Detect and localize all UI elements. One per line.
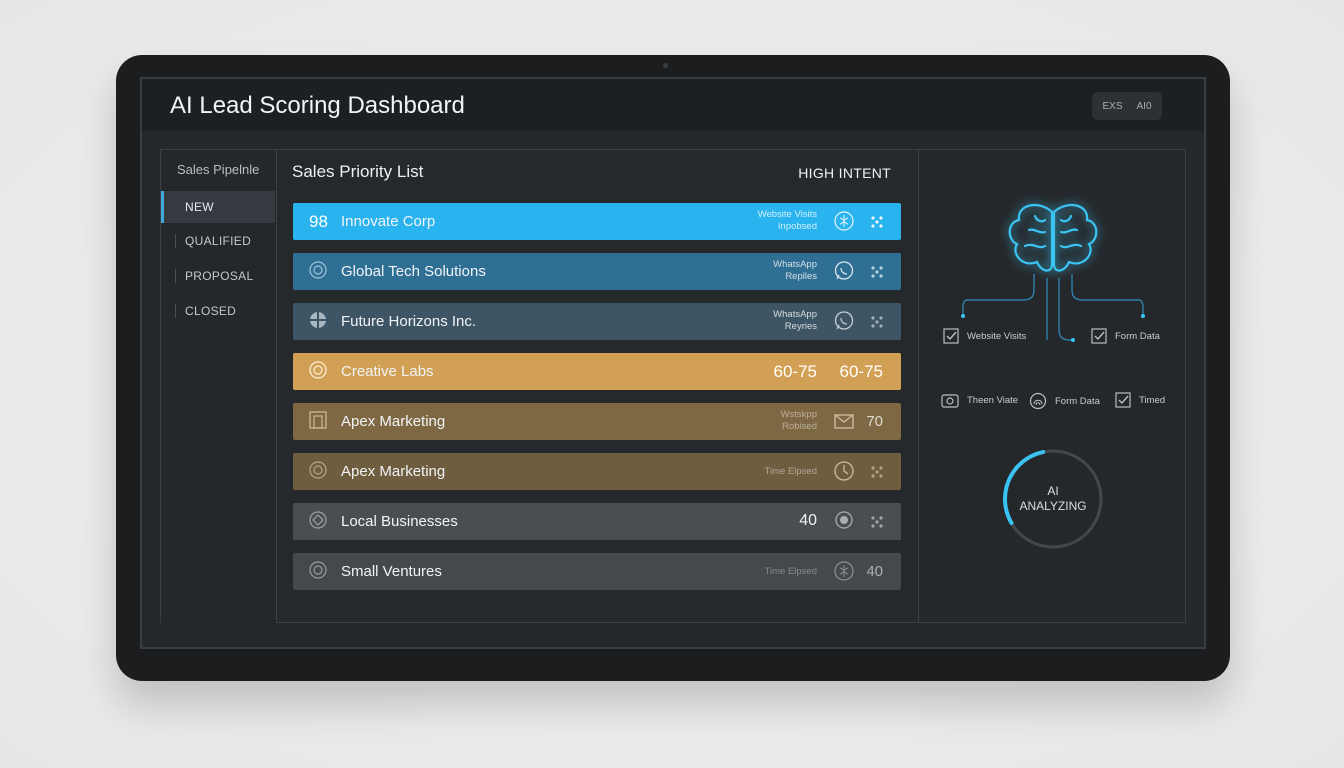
checkbox-checked-icon [943,328,959,344]
header-badge[interactable]: EXS AI0 [1092,92,1162,120]
lead-row[interactable]: 98 Innovate Corp Website Visits Inpobsed [293,203,901,240]
signal-label: Website Visits [967,330,1027,342]
lead-row[interactable]: Apex Marketing Wstskpp Robised 70 [293,403,901,440]
lead-signal: Wstskpp Robised [780,409,817,432]
more-icon[interactable] [869,514,885,530]
lead-row[interactable]: Local Businesses 40 [293,503,901,540]
lead-row[interactable]: Small Ventures Time Elpsed 40 [293,553,901,590]
lead-row[interactable]: Creative Labs 60-75 60-75 [293,353,901,390]
whatsapp-icon [834,311,854,330]
signal-form-data[interactable]: Form Data [1091,328,1160,344]
lead-signal: WhatsApp Replles [773,259,817,282]
gear-icon [309,561,327,579]
lead-name: Global Tech Solutions [341,263,486,280]
brain-network-graphic [961,203,1145,549]
camera-dot [663,63,668,68]
sales-pipeline-sidebar: Sales Pipelnle NEW QUALIFIED PROPOSAL CL… [160,149,276,623]
signal-label: Form Data [1115,330,1160,342]
gear-icon [309,461,327,479]
sidebar-item-proposal[interactable]: PROPOSAL [161,260,275,292]
dashboard-screen: AI Lead Scoring Dashboard EXS AI0 Sales … [140,77,1206,649]
lead-row[interactable]: Future Horizons Inc. WhatsApp Reyries [293,303,901,340]
lead-signal: Website Visits Inpobsed [757,209,817,232]
more-icon[interactable] [869,464,885,480]
title-bar: AI Lead Scoring Dashboard EXS AI0 [142,79,1204,131]
badge-icon [835,511,853,529]
lead-name: Apex Marketing [341,463,446,480]
lead-row[interactable]: Apex Marketing Time Elpsed [293,453,901,490]
sidebar-tick [175,304,176,318]
brain-icon [834,211,854,231]
lead-name: Apex Marketing [341,413,446,430]
sidebar-title: Sales Pipelnle [177,162,260,177]
diamond-icon [309,511,327,529]
gear-icon [309,361,327,379]
badge-label-right: AI0 [1136,100,1152,112]
lead-name: Local Businesses [341,513,458,530]
more-icon[interactable] [869,314,885,330]
sidebar-item-new[interactable]: NEW [161,191,275,223]
app-title: AI Lead Scoring Dashboard [170,92,465,119]
more-icon[interactable] [869,264,885,280]
lead-name: Small Ventures [341,563,442,580]
ai-analysis-panel: Website Visits Form Data Theen Viate For… [918,149,1186,623]
signal-label: Theen Viate [967,394,1019,406]
brain-icon [834,561,854,581]
sidebar-tick [175,234,176,248]
lead-score: 40 [866,563,883,580]
signal-theen-viate[interactable]: Theen Viate [941,392,1018,408]
sidebar-item-label: PROPOSAL [185,269,254,283]
lead-score: 40 [799,512,817,529]
lead-name: Future Horizons Inc. [341,313,477,330]
more-icon[interactable] [869,214,885,230]
signal-form-data-2[interactable]: Form Data [1029,392,1100,410]
tablet-frame: AI Lead Scoring Dashboard EXS AI0 Sales … [116,55,1230,681]
sidebar-item-label: CLOSED [185,304,237,318]
lead-signal: WhatsApp Reyries [773,309,817,332]
lead-score: 60-75 [839,362,883,381]
badge-label-left: EXS [1102,100,1123,112]
lead-signal: Time Elpsed [764,466,817,477]
sidebar-item-label: NEW [185,200,214,214]
sidebar-tick [175,269,176,283]
signal-website-visits[interactable]: Website Visits [943,328,1026,344]
mail-icon [834,414,854,429]
high-intent-filter[interactable]: HIGH INTENT [798,165,891,181]
checkbox-checked-icon [1115,392,1131,408]
clock-icon [834,461,854,481]
camera-icon [941,394,959,408]
panel-title: Sales Priority List [292,162,424,181]
lead-score-range: 60-75 [773,362,817,381]
gear-icon [309,261,327,279]
lead-score: 70 [866,413,883,430]
sidebar-item-closed[interactable]: CLOSED [161,295,275,327]
sidebar-item-qualified[interactable]: QUALIFIED [161,225,275,257]
fingerprint-icon [1029,392,1047,410]
signal-label: Form Data [1055,395,1100,407]
lead-name: Creative Labs [341,363,434,380]
checkbox-checked-icon [1091,328,1107,344]
lead-score: 98 [309,212,328,231]
signal-label: Timed [1139,394,1166,406]
sidebar-item-label: QUALIFIED [185,234,252,248]
door-icon [309,411,327,429]
signal-timed[interactable]: Timed [1115,392,1165,408]
target-icon [310,312,326,328]
lead-name: Innovate Corp [341,213,436,230]
lead-signal: Time Elpsed [764,566,817,577]
ai-status: AI ANALYZING [1019,484,1087,513]
whatsapp-icon [834,261,854,280]
sales-priority-panel: Sales Priority List HIGH INTENT 98 Innov… [276,149,918,623]
lead-row[interactable]: Global Tech Solutions WhatsApp Replles [293,253,901,290]
